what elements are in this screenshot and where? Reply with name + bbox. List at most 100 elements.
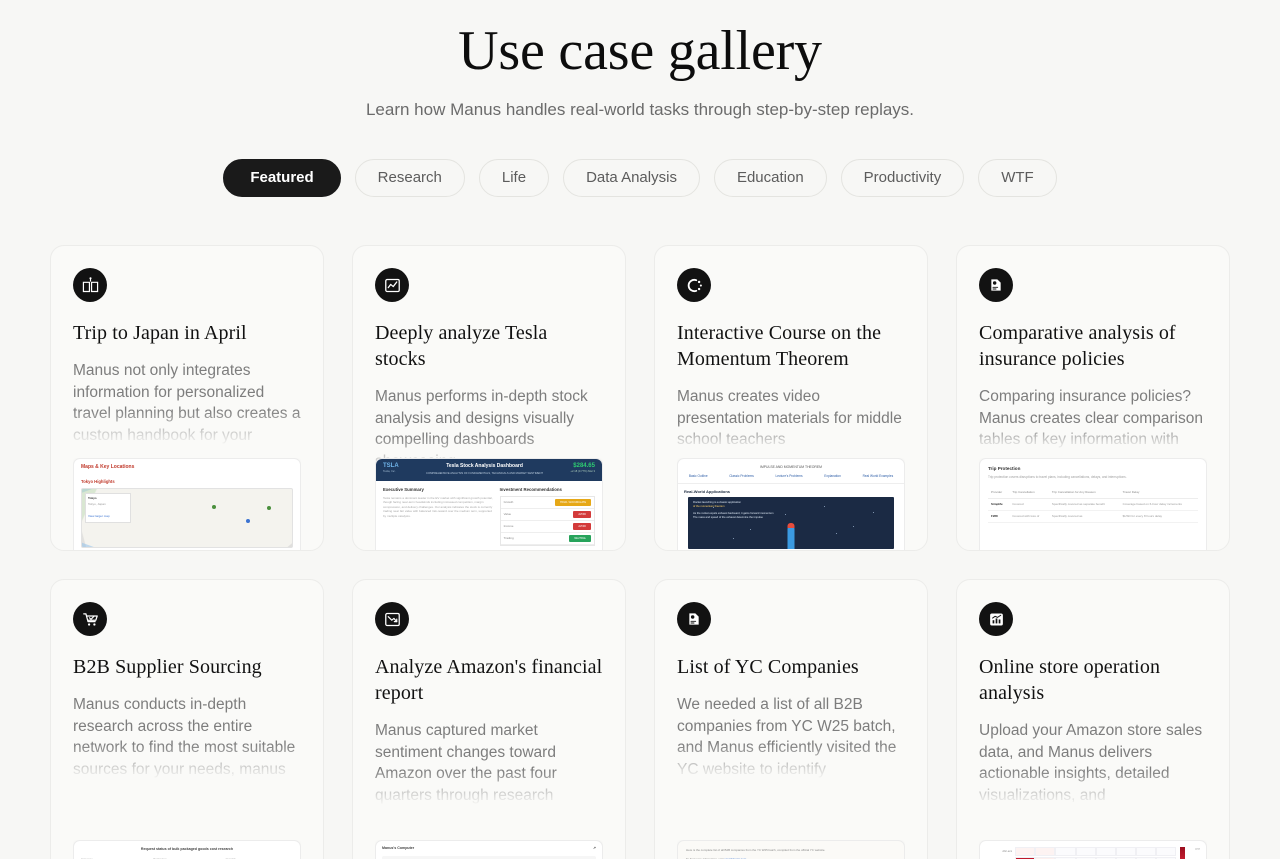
course-nav-item: Real World Examples (863, 474, 894, 479)
card-thumbnail: Manus's Computer ↗ Manus is using Browse… (375, 840, 603, 859)
legend-tick: 8.57 (1195, 847, 1200, 852)
card-thumbnail: Here is the complete list of all B2B com… (677, 840, 905, 859)
card-thumbnail: Trip Protection Trip protection covers d… (979, 458, 1207, 550)
card-description: Manus creates video presentation materia… (677, 386, 905, 451)
use-case-card[interactable]: Trip to Japan in April Manus not only in… (50, 245, 324, 551)
recommendations-heading: Investment Recommendations (500, 487, 595, 492)
card-title: Analyze Amazon's financial report (375, 654, 603, 706)
card-description: Upload your Amazon store sales data, and… (979, 720, 1207, 806)
use-case-grid: Trip to Japan in April Manus not only in… (50, 245, 1230, 859)
filter-pill-wtf[interactable]: WTF (978, 159, 1056, 197)
page-title: Use case gallery (0, 16, 1280, 86)
use-case-card[interactable]: List of YC Companies We needed a list of… (654, 579, 928, 859)
use-case-gallery-page: Use case gallery Learn how Manus handles… (0, 0, 1280, 859)
table-cell: Specifically covered as (1049, 510, 1120, 522)
rec-label: Trading (504, 536, 514, 541)
course-nav-item: Basic Outline (689, 474, 708, 479)
stock-chart-icon (375, 268, 409, 302)
course-nav: Basic Outline Classic Problems Lecture's… (678, 474, 904, 484)
executive-summary-text: Tesla remains a dominant leader in the E… (383, 496, 493, 518)
card-description: Manus captured market sentiment changes … (375, 720, 603, 806)
thumb-subheading: Tokyo Highlights (81, 479, 293, 484)
map-info-card: Tokyo Tokyo, Japan View larger map (85, 493, 131, 523)
table-cell: $USD for every 8 hours delay (1120, 510, 1198, 522)
use-case-card[interactable]: Interactive Course on the Momentum Theor… (654, 245, 928, 551)
table-column-header: Provider (988, 487, 1009, 499)
heatmap-legend (1180, 847, 1185, 859)
rec-badge: NEUTRAL (569, 535, 591, 542)
dashboard-title: Tesla Stock Analysis Dashboard (399, 464, 571, 469)
recommendations-table: Growth HOLD / ACCUMULATE Value AVOID Incom… (500, 496, 595, 546)
table-cell: Covered (1009, 498, 1049, 510)
ticker-company: Tesla, Inc. (383, 469, 399, 474)
rec-badge: AVOID (573, 523, 591, 530)
atom-physics-icon (677, 268, 711, 302)
form-heading: Request status of bulk packaged goods co… (81, 847, 293, 852)
map-preview: Tokyo Tokyo, Japan View larger map (81, 488, 293, 548)
table-row: Simplife Covered Specifically covered as… (988, 498, 1198, 510)
table-column-header: Trip Cancellation (1009, 487, 1049, 499)
card-description: We needed a list of all B2B companies fr… (677, 694, 905, 780)
use-case-card[interactable]: Online store operation analysis Upload y… (956, 579, 1230, 859)
card-description: Manus conducts in-depth research across … (73, 694, 301, 780)
use-case-card[interactable]: Analyze Amazon's financial report Manus … (352, 579, 626, 859)
course-nav-item: Explanation (824, 474, 841, 479)
table-column-header: Travel Delay (1120, 487, 1198, 499)
card-thumbnail: TSLA Tesla, Inc. Tesla Stock Analysis Da… (375, 458, 603, 550)
stage-line: of the momentum theorem (693, 505, 889, 509)
chart-down-icon (375, 602, 409, 636)
use-case-card[interactable]: B2B Supplier Sourcing Manus conducts in-… (50, 579, 324, 859)
thumb-heading: Maps & Key Locations (81, 465, 293, 470)
use-case-card[interactable]: Deeply analyze Tesla stocks Manus perfor… (352, 245, 626, 551)
page-subtitle: Learn how Manus handles real-world tasks… (0, 98, 1280, 122)
shopping-cart-icon (73, 602, 107, 636)
insurance-paragraph: Trip protection covers disruptions to tr… (988, 475, 1198, 480)
dashboard-subtitle: COMPREHENSIVE ANALYSIS OF FUNDAMENTALS, … (399, 471, 571, 476)
computer-panel-title: Manus's Computer (382, 846, 414, 851)
table-cell: Covered with loss of (1009, 510, 1049, 522)
dashboard-header: TSLA Tesla, Inc. Tesla Stock Analysis Da… (376, 459, 602, 481)
card-title: List of YC Companies (677, 654, 905, 680)
course-nav-item: Lecture's Problems (775, 474, 802, 479)
category-filter-bar: Featured Research Life Data Analysis Edu… (0, 159, 1280, 197)
card-title: Interactive Course on the Momentum Theor… (677, 320, 905, 372)
heatmap-row-label: Abri-ami (986, 849, 1012, 854)
table-cell: FWD (988, 510, 1009, 522)
heatmap-plot: Abri-ami Ladies Tops 7.98 (986, 847, 1176, 859)
table-cell: Simplife (988, 498, 1009, 510)
rec-label: Value (504, 512, 511, 517)
page-header: Use case gallery Learn how Manus handles… (0, 0, 1280, 122)
stock-change: +2.18 (0.77%) Mar 3 (570, 469, 595, 474)
course-section-title: Real-World Applications (678, 484, 904, 497)
rec-label: Growth (504, 500, 514, 505)
rec-label: Income (504, 524, 514, 529)
filter-pill-featured[interactable]: Featured (223, 159, 340, 197)
map-place-sub: Tokyo, Japan (88, 502, 128, 507)
table-header-row: Provider Trip Cancellation Trip Cancella… (988, 487, 1198, 499)
rocket-illustration: Rocket launching is a classic applicatio… (688, 497, 894, 549)
shield-document-icon (677, 602, 711, 636)
doc-line: Here is the complete list of all B2B com… (686, 848, 896, 853)
card-thumbnail: Maps & Key Locations Tokyo Highlights To… (73, 458, 301, 550)
rec-badge: AVOID (573, 511, 591, 518)
card-description: Manus not only integrates information fo… (73, 360, 301, 446)
stage-line: The mass and speed of the exhaust determ… (693, 516, 889, 520)
card-title: Online store operation analysis (979, 654, 1207, 706)
filter-pill-data-analysis[interactable]: Data Analysis (563, 159, 700, 197)
executive-summary-heading: Executive Summary (383, 487, 493, 492)
course-header: IMPULSE AND MOMENTUM THEOREM (678, 459, 904, 474)
filter-pill-research[interactable]: Research (355, 159, 465, 197)
rec-badge: HOLD / ACCUMULATE (555, 499, 591, 506)
expand-icon[interactable]: ↗ (593, 846, 596, 851)
filter-pill-education[interactable]: Education (714, 159, 827, 197)
open-book-icon (73, 268, 107, 302)
use-case-card[interactable]: Comparative analysis of insurance polici… (956, 245, 1230, 551)
filter-pill-life[interactable]: Life (479, 159, 549, 197)
card-thumbnail: IMPULSE AND MOMENTUM THEOREM Basic Outli… (677, 458, 905, 550)
insurance-heading: Trip Protection (988, 466, 1198, 471)
filter-pill-productivity[interactable]: Productivity (841, 159, 965, 197)
map-larger-link: View larger map (88, 514, 128, 519)
card-thumbnail: Request status of bulk packaged goods co… (73, 840, 301, 859)
map-place-name: Tokyo (88, 496, 128, 501)
table-cell: Coverage based on 6-hour delay increment… (1120, 498, 1198, 510)
